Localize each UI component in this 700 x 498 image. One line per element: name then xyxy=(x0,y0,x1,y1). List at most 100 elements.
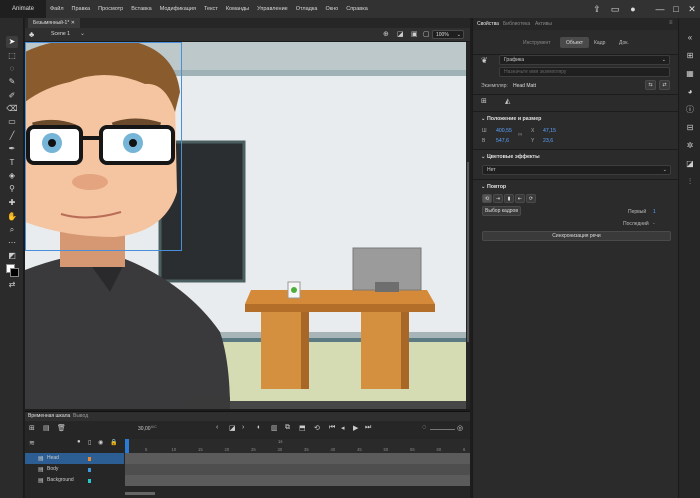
fps-value[interactable]: 30,00 xyxy=(138,426,151,432)
more-tools-icon[interactable]: ⋯ xyxy=(6,237,18,249)
frames-row[interactable] xyxy=(125,453,470,464)
document-tab[interactable]: Безымянный-1* ✕ xyxy=(28,18,80,28)
stage-settings-icon[interactable]: ▢ xyxy=(423,30,430,38)
lip-sync-button[interactable]: Синхронизация речи xyxy=(482,231,671,241)
eyedropper-tool-icon[interactable]: ⚲ xyxy=(6,183,18,195)
pos-size-title[interactable]: ⌄ Положение и размер xyxy=(481,116,541,122)
center-stage-icon[interactable]: ⊕ xyxy=(383,30,389,38)
stage-canvas[interactable] xyxy=(25,42,466,409)
symbol-type-select[interactable]: Графика ⌄ xyxy=(499,55,670,65)
menu-item[interactable]: Просмотр xyxy=(94,6,127,12)
tab-object[interactable]: Объект xyxy=(560,37,589,48)
frames-row[interactable] xyxy=(125,464,470,475)
transform-icon[interactable]: ◭ xyxy=(505,97,510,105)
align-icon[interactable]: ⊟ xyxy=(684,122,696,134)
panel-menu-icon[interactable]: ≡ xyxy=(669,20,673,26)
menu-item[interactable]: Модификация xyxy=(156,6,200,12)
share-icon[interactable]: ⇪ xyxy=(591,3,603,15)
tab-properties[interactable]: Свойства xyxy=(477,21,499,27)
tab-library[interactable]: Библиотека xyxy=(503,21,530,27)
frames-icon[interactable]: ▥ xyxy=(271,424,278,432)
loop-reverse-icon[interactable]: ⟳ xyxy=(526,194,536,203)
height-value[interactable]: 547,6 xyxy=(496,138,509,144)
stroke-color-swatch[interactable] xyxy=(10,268,19,277)
tab-doc[interactable]: Док. xyxy=(619,40,629,46)
play-back-icon[interactable]: ◂ xyxy=(341,424,345,432)
menu-item[interactable]: Отладка xyxy=(292,6,322,12)
classic-tween-icon[interactable]: ⬒ xyxy=(299,424,306,432)
frame-ruler[interactable] xyxy=(125,439,470,453)
go-start-icon[interactable]: ⏮ xyxy=(329,424,335,432)
scene-name[interactable]: Scene 1 xyxy=(51,31,70,37)
eraser-tool-icon[interactable]: ⌫ xyxy=(6,103,18,115)
zoom-tool-icon[interactable]: ⌕ xyxy=(6,224,18,236)
new-layer-icon[interactable]: ⊞ xyxy=(29,424,35,432)
play-once-icon[interactable]: ⇥ xyxy=(493,194,503,203)
close-icon[interactable]: ✕ xyxy=(686,3,698,15)
zoom-in-icon[interactable]: ◎ xyxy=(457,424,463,432)
visibility-icon[interactable]: ◉ xyxy=(98,439,103,446)
menu-item[interactable]: Текст xyxy=(200,6,222,12)
properties-icon[interactable]: ⊞ xyxy=(684,50,696,62)
play-icon[interactable]: ● xyxy=(627,3,639,15)
stage-scrollbar[interactable] xyxy=(466,42,470,409)
paint-bucket-icon[interactable]: ◈ xyxy=(6,170,18,182)
swap-colors-icon[interactable]: ⇄ xyxy=(6,279,18,291)
go-end-icon[interactable]: ⏭ xyxy=(365,424,371,432)
loop-title[interactable]: ⌄ Повтор xyxy=(481,184,506,190)
frame-picker-button[interactable]: Выбор кадров xyxy=(482,206,521,216)
hand-tool-icon[interactable]: ✋ xyxy=(6,211,18,223)
transform-panel-icon[interactable]: ✲ xyxy=(684,140,696,152)
swap-symbol-icon[interactable]: ⇆ xyxy=(645,80,656,90)
first-frame-value[interactable]: 1 xyxy=(653,209,656,215)
new-folder-icon[interactable]: ▤ xyxy=(43,424,50,432)
tab-output[interactable]: Вывод xyxy=(73,413,88,419)
instance-value[interactable]: Head Matt xyxy=(513,83,536,89)
link-icon[interactable]: ∞ xyxy=(518,132,522,138)
brush-tool-icon[interactable]: ✎ xyxy=(6,76,18,88)
lock-icon[interactable]: 🔒 xyxy=(110,439,117,446)
components-icon[interactable]: ◪ xyxy=(684,158,696,170)
show-all-icon[interactable]: ● xyxy=(77,439,81,445)
zoom-out-icon[interactable]: ◌ xyxy=(422,424,426,431)
loop-mode-icon[interactable]: ⟲ xyxy=(482,194,492,203)
play-reverse-once-icon[interactable]: ⇤ xyxy=(515,194,525,203)
app-brand[interactable]: Animate xyxy=(0,0,46,18)
single-frame-icon[interactable]: ▮ xyxy=(504,194,514,203)
maximize-icon[interactable]: □ xyxy=(670,3,682,15)
edit-instance-icon[interactable]: ⇄ xyxy=(659,80,670,90)
stroke-color-icon[interactable]: ◩ xyxy=(6,250,18,262)
menu-item[interactable]: Управление xyxy=(253,6,292,12)
line-tool-icon[interactable]: ╱ xyxy=(6,130,18,142)
tab-assets[interactable]: Активы xyxy=(535,21,552,27)
color-effect-select[interactable]: Нет ⌄ xyxy=(482,165,671,175)
frames-row[interactable] xyxy=(125,475,470,486)
play-icon[interactable]: ▶ xyxy=(353,424,358,432)
rectangle-tool-icon[interactable]: ▭ xyxy=(6,116,18,128)
minimize-icon[interactable]: — xyxy=(654,3,666,15)
width-value[interactable]: 400,55 xyxy=(496,128,512,134)
registration-icon[interactable]: ⊞ xyxy=(481,97,487,105)
menu-item[interactable]: Справка xyxy=(342,6,372,12)
menu-item[interactable]: Окно xyxy=(321,6,342,12)
clip-content-icon[interactable]: ▣ xyxy=(411,30,418,38)
onion-skin-icon[interactable]: ◐ xyxy=(257,424,261,431)
tab-timeline[interactable]: Временная шкала xyxy=(28,413,70,419)
insert-keyframe-icon[interactable]: ◪ xyxy=(229,424,236,432)
layout-icon[interactable]: ▭ xyxy=(609,3,621,15)
expand-panels-icon[interactable]: « xyxy=(684,32,696,44)
tab-frame[interactable]: Кадр xyxy=(594,40,605,46)
tween-icon[interactable]: ⧉ xyxy=(285,424,290,432)
zoom-select[interactable]: 100% ⌄ xyxy=(432,30,464,39)
text-tool-icon[interactable]: T xyxy=(6,157,18,169)
lasso-tool-icon[interactable]: ◌ xyxy=(6,63,18,75)
menu-item[interactable]: Правка xyxy=(68,6,95,12)
step-back-icon[interactable]: ‹ xyxy=(216,424,218,431)
pen-tool-icon[interactable]: ✒ xyxy=(6,143,18,155)
color-fx-title[interactable]: ⌄ Цветовые эффекты xyxy=(481,154,540,160)
close-tab-icon[interactable]: ✕ xyxy=(71,20,75,26)
loop-icon[interactable]: ⟲ xyxy=(314,424,320,432)
selection-tool-icon[interactable]: ➤ xyxy=(6,36,18,48)
tab-tool[interactable]: Инструмент xyxy=(523,40,551,46)
library-icon[interactable]: ▦ xyxy=(684,68,696,80)
